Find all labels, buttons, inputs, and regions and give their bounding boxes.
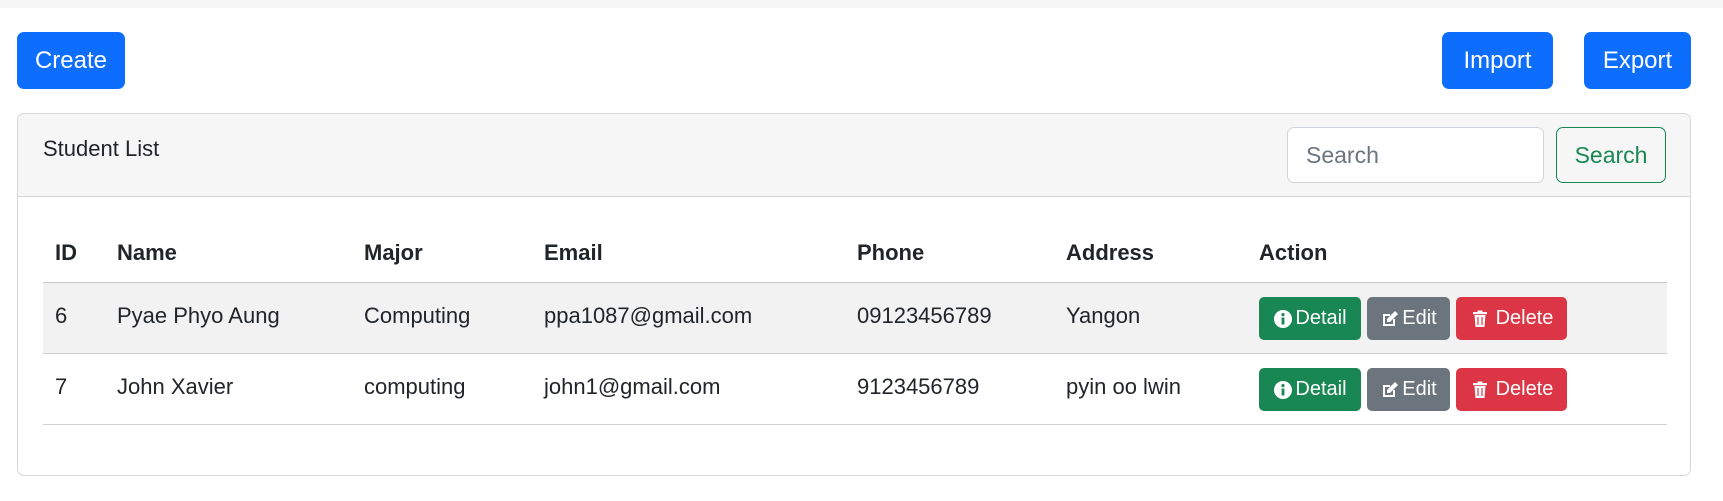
trash-icon xyxy=(1470,380,1490,400)
cell-name: Pyae Phyo Aung xyxy=(117,303,280,328)
edit-button[interactable]: Edit xyxy=(1367,297,1450,340)
column-header-action: Action xyxy=(1259,240,1328,265)
import-button[interactable]: Import xyxy=(1442,32,1553,89)
cell-id: 7 xyxy=(55,374,68,399)
column-header-major: Major xyxy=(364,240,423,265)
export-button[interactable]: Export xyxy=(1584,32,1691,89)
detail-label: Detail xyxy=(1295,378,1347,400)
edit-label: Edit xyxy=(1402,378,1437,400)
cell-address: pyin oo lwin xyxy=(1066,374,1181,399)
column-header-address: Address xyxy=(1066,240,1155,265)
cell-address: Yangon xyxy=(1066,303,1141,328)
table-row: 7 John Xavier computing john1@gmail.com … xyxy=(43,354,1667,425)
card-title: Student List xyxy=(43,136,160,161)
pencil-square-icon xyxy=(1380,380,1400,400)
cell-phone: 09123456789 xyxy=(857,303,992,328)
column-header-id: ID xyxy=(55,240,77,265)
cell-major: computing xyxy=(364,374,466,399)
card-header: Student List Search xyxy=(18,114,1690,197)
student-list-card: Student List Search ID Name Major Email … xyxy=(17,113,1691,476)
info-circle-icon xyxy=(1273,380,1293,400)
edit-label: Edit xyxy=(1402,307,1437,329)
column-header-name: Name xyxy=(117,240,177,265)
search-input[interactable] xyxy=(1287,127,1544,183)
column-header-phone: Phone xyxy=(857,240,925,265)
edit-button[interactable]: Edit xyxy=(1367,368,1450,411)
column-header-email: Email xyxy=(544,240,603,265)
detail-button[interactable]: Detail xyxy=(1259,297,1361,340)
cell-id: 6 xyxy=(55,303,68,328)
cell-name: John Xavier xyxy=(117,374,234,399)
cell-phone: 9123456789 xyxy=(857,374,980,399)
delete-label: Delete xyxy=(1495,378,1554,400)
trash-icon xyxy=(1470,309,1490,329)
info-circle-icon xyxy=(1273,309,1293,329)
cell-major: Computing xyxy=(364,303,471,328)
delete-label: Delete xyxy=(1495,307,1554,329)
cell-email: ppa1087@gmail.com xyxy=(544,303,753,328)
pencil-square-icon xyxy=(1380,309,1400,329)
search-button[interactable]: Search xyxy=(1556,127,1666,183)
delete-button[interactable]: Delete xyxy=(1456,368,1567,411)
table-row: 6 Pyae Phyo Aung Computing ppa1087@gmail… xyxy=(43,283,1667,354)
delete-button[interactable]: Delete xyxy=(1456,297,1567,340)
create-button[interactable]: Create xyxy=(17,32,125,89)
detail-button[interactable]: Detail xyxy=(1259,368,1361,411)
detail-label: Detail xyxy=(1295,307,1347,329)
top-strip xyxy=(0,0,1723,8)
cell-email: john1@gmail.com xyxy=(544,374,721,399)
